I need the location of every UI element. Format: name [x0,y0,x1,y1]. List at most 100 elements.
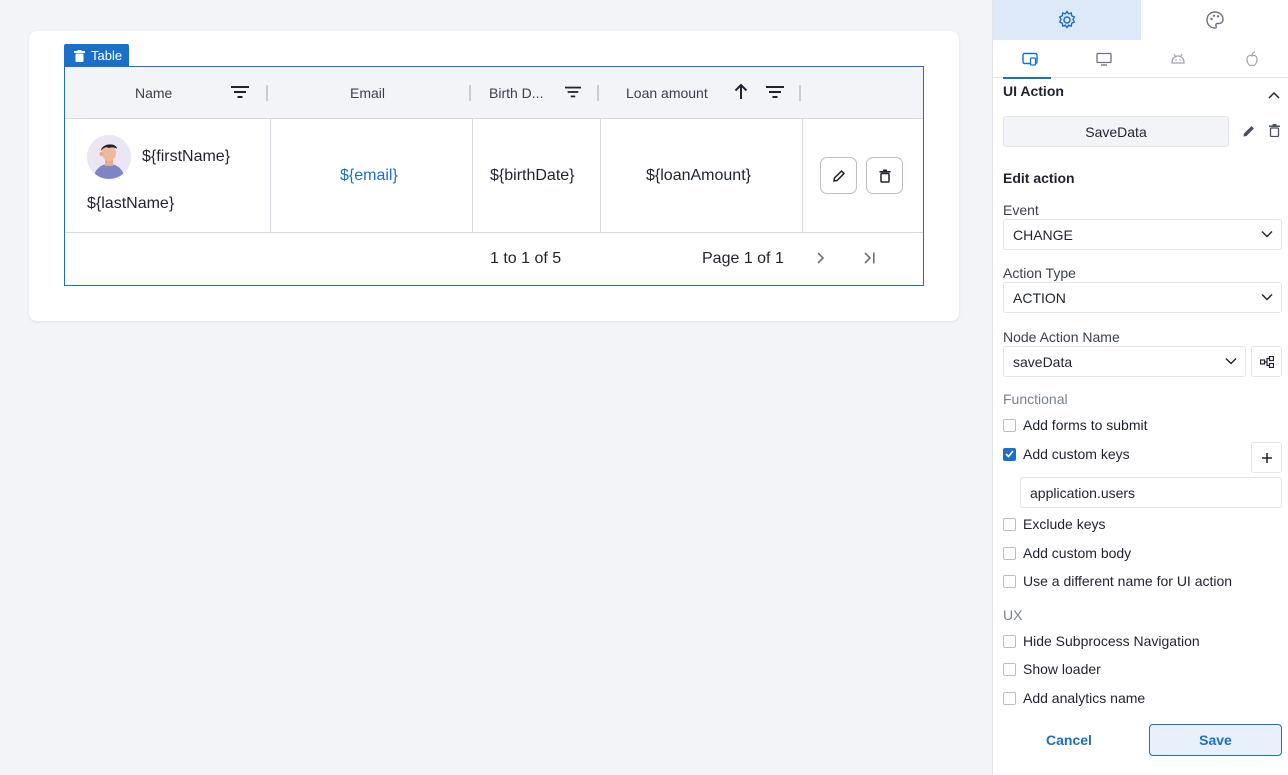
cancel-button[interactable]: Cancel [1021,724,1117,756]
checkbox-label: Add custom keys [1023,446,1130,462]
table-component-tag[interactable]: Table [64,44,130,67]
column-resize-handle[interactable] [799,85,801,101]
last-page-button[interactable] [863,251,877,270]
trash-icon [1269,124,1280,138]
column-header-label: Loan amount [626,85,708,101]
node-action-label: Node Action Name [1003,329,1120,345]
save-button[interactable]: Save [1149,724,1282,756]
table-row[interactable]: ${firstName} ${lastName} ${email} ${birt… [65,119,923,233]
pencil-icon [832,169,845,182]
section-title-ui-action: UI Action [1003,83,1064,99]
tab-platform-all[interactable] [993,40,1067,79]
delete-row-button[interactable] [866,157,903,194]
checkbox-exclude-keys[interactable]: Exclude keys [1003,514,1105,534]
palette-icon [1206,11,1224,29]
checkbox-label: Use a different name for UI action [1023,573,1233,589]
checkbox[interactable] [1003,634,1016,648]
filter-icon[interactable] [766,85,784,99]
cell-birth-date: ${birthDate} [473,119,601,233]
column-header-birth-date[interactable]: Birth D... [472,67,600,119]
sort-ascending-icon[interactable] [734,83,748,101]
action-type-label: Action Type [1003,265,1076,281]
filter-icon[interactable] [565,85,581,99]
checkbox-hide-subprocess-nav[interactable]: Hide Subprocess Navigation [1003,631,1200,651]
checkbox[interactable] [1003,546,1016,560]
ui-action-name: SaveData [1085,123,1147,140]
column-resize-handle[interactable] [266,85,268,101]
collapse-section-button[interactable] [1268,86,1280,102]
trash-icon [879,169,890,183]
checkbox[interactable] [1003,517,1016,531]
column-header-label: Birth D... [489,85,544,101]
gear-icon [1058,10,1076,29]
checkbox-add-custom-body[interactable]: Add custom body [1003,543,1131,563]
checkbox[interactable] [1003,691,1016,705]
plus-icon [1261,452,1272,463]
tab-platform-web[interactable] [1067,40,1141,78]
column-header-label: Name [135,85,173,101]
apple-icon [1246,51,1258,67]
custom-key-value: application.users [1030,484,1136,501]
custom-key-input[interactable]: application.users [1020,477,1282,508]
next-page-button[interactable] [815,251,825,270]
cell-name: ${firstName} ${lastName} [65,119,271,233]
checkbox-checked[interactable] [1003,447,1016,461]
event-label: Event [1003,202,1039,218]
panel-top-tabs [993,0,1288,40]
pencil-icon [1243,126,1254,137]
chevron-down-icon [1225,358,1237,365]
pagination-range: 1 to 1 of 5 [490,250,562,267]
checkbox-add-forms[interactable]: Add forms to submit [1003,415,1148,435]
flow-graph-icon [1259,355,1274,368]
column-header-name[interactable]: Name [65,67,270,119]
filter-icon[interactable] [231,85,249,99]
node-action-select[interactable]: saveData [1003,346,1246,377]
tab-platform-ios[interactable] [1215,40,1288,78]
checkbox-label: Add forms to submit [1023,417,1148,433]
checkbox[interactable] [1003,574,1016,588]
last-page-icon [864,252,875,264]
checkbox-label: Hide Subprocess Navigation [1023,633,1200,649]
checkbox-show-loader[interactable]: Show loader [1003,659,1101,679]
checkbox-different-name[interactable]: Use a different name for UI action [1003,571,1232,591]
chevron-up-icon [1268,91,1280,99]
properties-panel: UI Action SaveData Edit action Event CHA… [992,0,1288,775]
ux-label: UX [1003,607,1023,623]
table-pagination: 1 to 1 of 5 Page 1 of 1 [65,234,923,285]
last-name-text: ${lastName} [87,195,175,212]
add-custom-key-button[interactable] [1251,442,1282,473]
ui-action-item[interactable]: SaveData [1003,116,1229,147]
delete-action-button[interactable] [1269,124,1280,140]
column-header-email[interactable]: Email [270,67,472,119]
tab-settings[interactable] [993,0,1141,40]
edit-row-button[interactable] [820,157,857,194]
column-header-loan-amount[interactable]: Loan amount [600,67,802,119]
cell-actions [803,119,923,233]
node-action-value: saveData [1013,353,1073,370]
checkbox[interactable] [1003,418,1016,432]
table-header: Name Email Birth D... Loan amount [65,67,923,119]
open-node-button[interactable] [1251,346,1282,377]
check-icon [1005,450,1014,458]
tab-styles[interactable] [1141,0,1288,40]
chevron-right-icon [817,252,825,264]
cell-loan-amount: ${loanAmount} [601,119,803,233]
chevron-down-icon [1261,294,1273,301]
edit-action-button[interactable] [1242,124,1256,141]
column-resize-handle[interactable] [597,85,599,101]
event-select[interactable]: CHANGE [1003,219,1282,250]
action-type-select[interactable]: ACTION [1003,282,1282,313]
checkbox-add-custom-keys[interactable]: Add custom keys [1003,444,1130,464]
tab-platform-android[interactable] [1141,40,1215,78]
column-header-label: Email [350,85,386,101]
loan-amount-text: ${loanAmount} [646,167,751,184]
checkbox-analytics-name[interactable]: Add analytics name [1003,688,1145,708]
functional-label: Functional [1003,391,1068,407]
checkbox[interactable] [1003,662,1016,676]
column-resize-handle[interactable] [469,85,471,101]
trash-icon[interactable] [74,49,85,62]
action-type-value: ACTION [1013,289,1066,306]
email-link[interactable]: ${email} [340,167,398,185]
checkbox-label: Show loader [1023,661,1101,677]
data-table[interactable]: Name Email Birth D... Loan amount ${firs… [64,66,924,286]
